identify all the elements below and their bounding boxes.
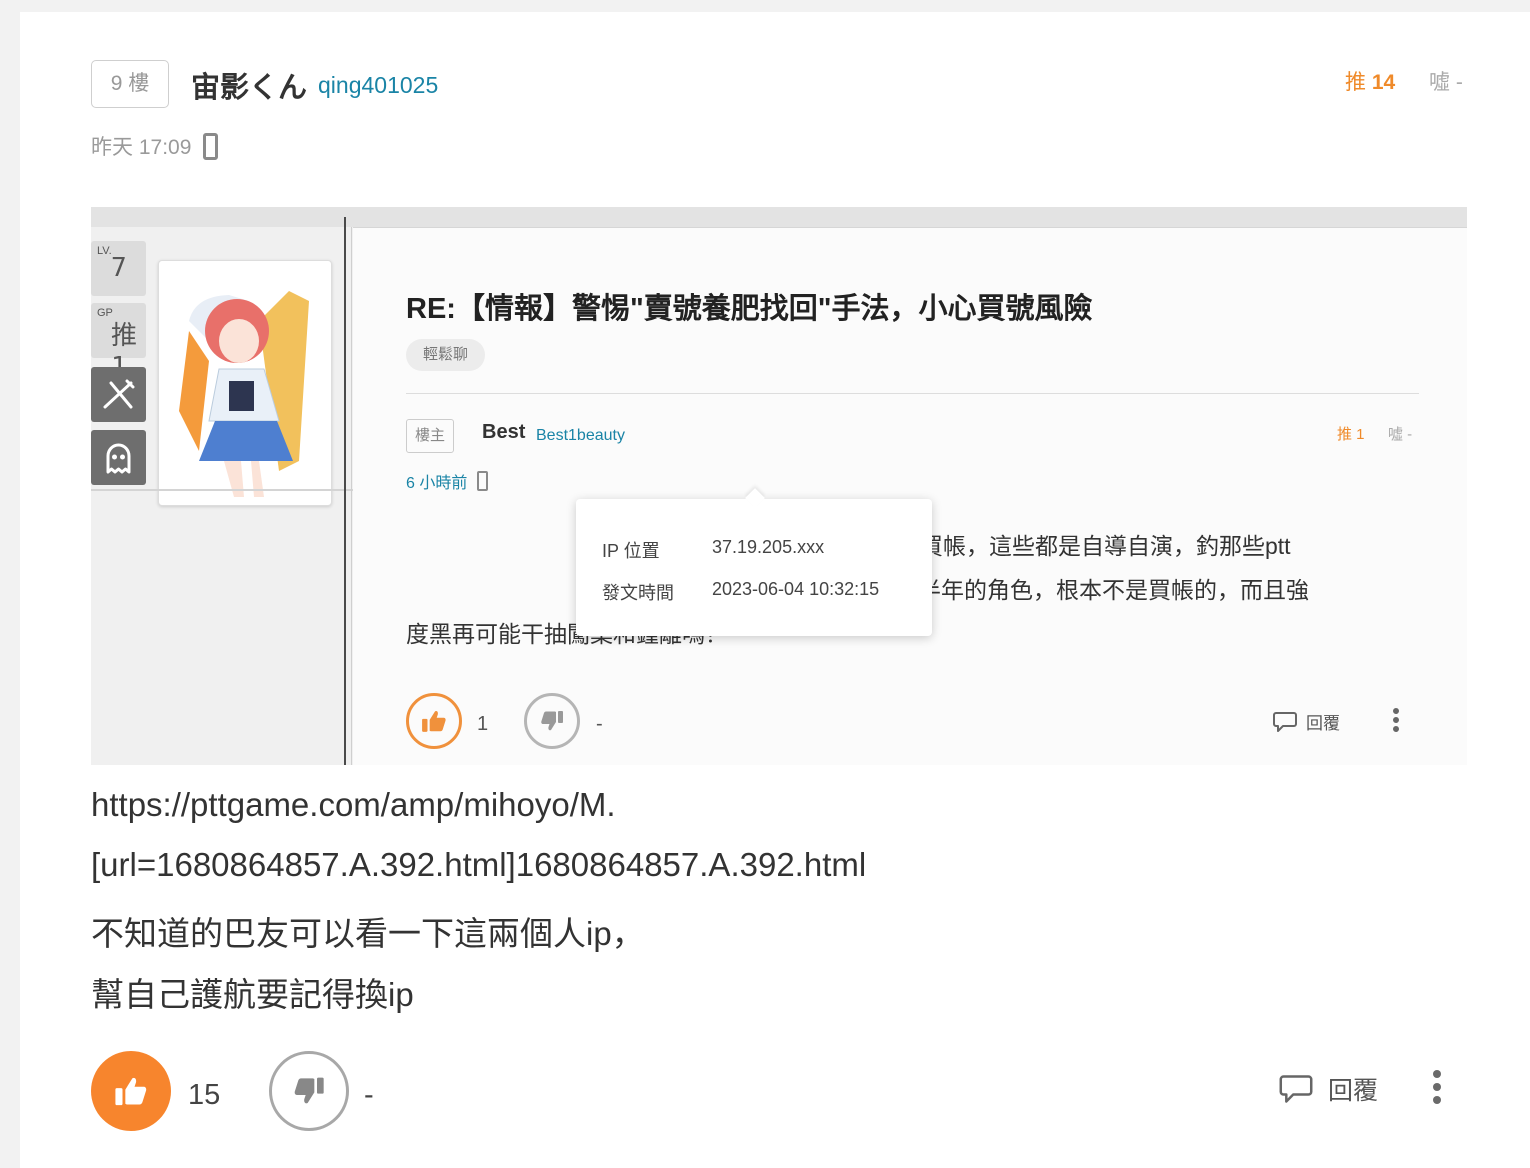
reply-label: 回覆 xyxy=(1328,1077,1379,1105)
comment-body-line[interactable]: [url=1680864857.A.392.html]1680864857.A.… xyxy=(91,846,866,884)
comment-meta: 昨天 17:09 xyxy=(91,131,219,161)
inner-bp[interactable]: 噓 - xyxy=(1388,423,1412,444)
comment-time[interactable]: 昨天 17:09 xyxy=(91,131,191,161)
bp-label: 噓 xyxy=(1429,71,1450,94)
dislike-button[interactable] xyxy=(269,1051,349,1131)
screenshot-post: RE:【情報】警惕"賣號養肥找回"手法，小心買號風險 輕鬆聊 樓主 Best B… xyxy=(406,207,1446,765)
comment-username[interactable]: 宙影くん xyxy=(191,64,307,106)
mobile-phone-icon xyxy=(203,132,219,160)
like-count: 15 xyxy=(188,1079,221,1111)
tooltip-time-row: 發文時間 2023-06-04 10:32:15 xyxy=(602,579,879,605)
thumbs-up-icon xyxy=(422,710,446,732)
reply-button[interactable]: 回覆 xyxy=(1278,1071,1378,1107)
avatar xyxy=(158,260,332,506)
level-box: LV. 7 xyxy=(91,241,146,296)
gp-count[interactable]: 推 14 xyxy=(1345,66,1395,96)
inner-divider xyxy=(406,393,1419,394)
comment-body-line: 不知道的巴友可以看一下這兩個人ip， xyxy=(91,915,645,952)
gp-label: 推 xyxy=(1345,71,1366,94)
comment-icon xyxy=(1273,711,1297,732)
inner-like-count: 1 xyxy=(477,713,489,735)
tooltip-ip-value: 37.19.205.xxx xyxy=(712,537,825,557)
tooltip-arrow xyxy=(745,488,765,508)
inner-dislike-button[interactable] xyxy=(524,693,580,749)
floor-badge[interactable]: 9 樓 xyxy=(91,60,169,108)
embedded-screenshot[interactable]: LV. 7 GP 推 1 xyxy=(91,207,1467,765)
inner-more-icon[interactable] xyxy=(1392,707,1400,738)
ip-tooltip: IP 位置 37.19.205.xxx 發文時間 2023-06-04 10:3… xyxy=(576,488,932,636)
inner-op-badge: 樓主 xyxy=(406,419,454,453)
inner-post-title[interactable]: RE:【情報】警惕"賣號養肥找回"手法，小心買號風險 xyxy=(406,285,1092,327)
like-button[interactable] xyxy=(91,1051,171,1131)
comment-user-id[interactable]: qing401025 xyxy=(318,72,438,99)
bp-number: - xyxy=(1455,71,1463,94)
inner-username[interactable]: Best xyxy=(482,421,525,444)
tooltip-time-value: 2023-06-04 10:32:15 xyxy=(712,579,880,599)
tools-icon xyxy=(91,367,146,422)
inner-reply-label: 回覆 xyxy=(1306,714,1340,733)
ghost-icon xyxy=(91,430,146,485)
comment-body-line: 幫自己護航要記得換ip xyxy=(91,976,414,1013)
tooltip-time-label: 發文時間 xyxy=(602,583,674,603)
level-value: 7 xyxy=(111,253,127,283)
gp-number: 14 xyxy=(1371,71,1396,94)
bp-count[interactable]: 噓 - xyxy=(1429,66,1463,96)
screenshot-sidebar: LV. 7 GP 推 1 xyxy=(91,227,353,765)
comment-body-line[interactable]: https://pttgame.com/amp/mihoyo/M. xyxy=(91,786,616,824)
screenshot-divider-light xyxy=(351,227,352,765)
inner-gp[interactable]: 推 1 xyxy=(1337,423,1365,444)
inner-user-id[interactable]: Best1beauty xyxy=(536,427,625,445)
more-options-icon[interactable] xyxy=(1432,1069,1442,1110)
inner-time-text[interactable]: 6 小時前 xyxy=(406,469,467,493)
gp-box: GP 推 1 xyxy=(91,303,146,382)
comment-icon xyxy=(1279,1075,1313,1103)
inner-like-button[interactable] xyxy=(406,693,462,749)
tooltip-ip-label: IP 位置 xyxy=(602,541,660,561)
mobile-phone-icon xyxy=(477,471,489,491)
inner-reply-button[interactable]: 回覆 xyxy=(1272,709,1340,734)
inner-text-line: 已經說這是假的了，根本沒有買帳，這些都是自導自演，釣那些ptt xyxy=(621,533,1291,559)
inner-post-tag[interactable]: 輕鬆聊 xyxy=(406,339,486,371)
inner-text-line: 且這一看他擁有的角色都是近半年的角色，根本不是買帳的，而且強 xyxy=(619,577,1309,603)
thumbs-up-icon xyxy=(115,1077,147,1106)
thumbs-down-icon xyxy=(541,711,563,731)
tooltip-ip-row: IP 位置 37.19.205.xxx xyxy=(602,537,824,563)
inner-post-time: 6 小時前 xyxy=(406,469,489,493)
level-label: LV. xyxy=(97,245,112,257)
dislike-count: - xyxy=(364,1079,374,1111)
screenshot-divider xyxy=(344,217,346,765)
inner-dislike-count: - xyxy=(596,713,603,735)
thumbs-down-icon xyxy=(294,1077,324,1104)
comment-card: 9 樓 宙影くん qing401025 推 14 噓 - 昨天 17:09 LV… xyxy=(20,12,1530,1168)
